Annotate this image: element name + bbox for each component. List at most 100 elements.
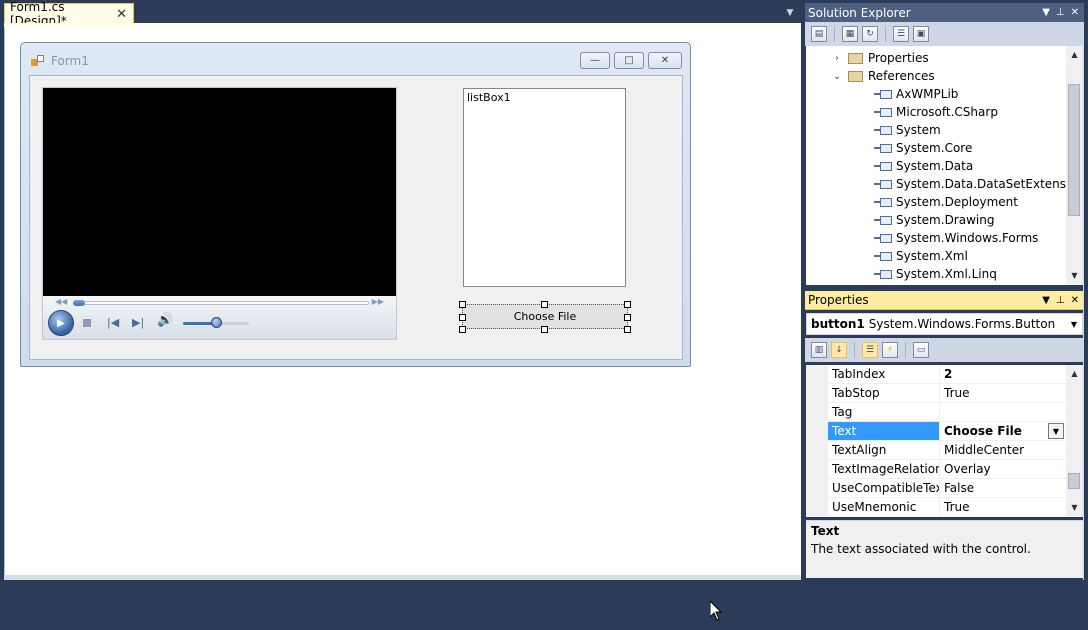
panel-dropdown-icon[interactable]: ▼	[1042, 7, 1050, 18]
property-gutter	[806, 460, 828, 479]
events-lightning-icon[interactable]: ⚡	[882, 342, 898, 358]
property-value[interactable]: True	[939, 384, 1066, 403]
properties-view-icon[interactable]: ☰	[862, 342, 878, 358]
property-row-text[interactable]: Text Choose File ▼	[806, 422, 1066, 441]
scroll-up-icon[interactable]: ▲	[1066, 367, 1083, 381]
close-icon[interactable]: ✕	[1071, 7, 1079, 18]
property-row-textalign[interactable]: TextAlign MiddleCenter	[806, 441, 1066, 460]
resize-handle-sw[interactable]	[459, 326, 466, 333]
property-value[interactable]: True	[939, 498, 1066, 517]
tree-item-properties[interactable]: › Properties	[830, 49, 929, 67]
tree-item-label: System.Data.DataSetExtensions	[896, 177, 1084, 191]
property-value[interactable]: Overlay	[939, 460, 1066, 479]
tree-item-label: System.Deployment	[896, 195, 1018, 209]
object-selector[interactable]: button1 System.Windows.Forms.Button ▼	[806, 313, 1083, 335]
tree-item-reference[interactable]: System.Xml.Linq	[874, 265, 997, 283]
tree-item-reference[interactable]: System	[874, 121, 941, 139]
property-value[interactable]: MiddleCenter	[939, 441, 1066, 460]
volume-thumb[interactable]	[211, 317, 222, 328]
solution-explorer-tree[interactable]: › Properties ⌄ References AxWMPLib Micro…	[806, 46, 1084, 285]
property-value-text[interactable]: Choose File ▼	[939, 422, 1066, 441]
view-code-icon[interactable]: ☰	[893, 26, 909, 42]
property-value[interactable]	[939, 403, 1066, 422]
properties-icon[interactable]: ▦	[842, 26, 858, 42]
tree-item-reference[interactable]: System.Xml	[874, 247, 968, 265]
categorized-icon[interactable]: ▥	[811, 342, 827, 358]
alphabetical-icon[interactable]: ↓	[831, 342, 847, 358]
solution-explorer-header[interactable]: Solution Explorer ▼ ⊥ ✕	[805, 3, 1084, 22]
close-icon[interactable]: ✕	[116, 7, 127, 22]
solution-explorer-scrollbar[interactable]: ▲ ▼	[1066, 46, 1083, 285]
scrollbar-thumb[interactable]	[1068, 84, 1080, 216]
tree-item-reference[interactable]: System.Drawing	[874, 211, 994, 229]
volume-icon[interactable]: 🔊	[157, 314, 173, 327]
stop-icon[interactable]	[83, 319, 91, 327]
resize-handle-se[interactable]	[624, 326, 631, 333]
resize-handle-e[interactable]	[624, 314, 631, 321]
resize-handle-nw[interactable]	[459, 301, 466, 308]
property-row-tag[interactable]: Tag	[806, 403, 1066, 422]
property-name: TabIndex	[828, 365, 939, 384]
close-button[interactable]: ✕	[648, 52, 682, 69]
close-icon[interactable]: ✕	[1071, 295, 1079, 306]
tree-item-references[interactable]: ⌄ References	[830, 67, 935, 85]
scroll-down-icon[interactable]: ▼	[1066, 501, 1083, 515]
maximize-button[interactable]: □	[614, 52, 644, 69]
scroll-up-icon[interactable]: ▲	[1066, 48, 1083, 62]
media-player-control[interactable]: ◀◀ ▶▶ ▶ |◀ ▶| 🔊	[42, 87, 397, 340]
form1-window[interactable]: Form1 — □ ✕ ◀◀ ▶▶ ▶ |◀ ▶| 🔊 listBox1 Cho…	[20, 42, 691, 367]
scrollbar-thumb[interactable]	[1068, 473, 1080, 489]
play-button[interactable]: ▶	[48, 310, 74, 336]
property-grid-scrollbar[interactable]: ▲ ▼	[1066, 365, 1083, 517]
chevron-down-icon[interactable]: ⌄	[830, 71, 844, 82]
resize-handle-n[interactable]	[541, 301, 548, 308]
tree-item-reference[interactable]: System.Data	[874, 157, 973, 175]
property-pages-icon[interactable]: ▭	[913, 342, 929, 358]
scroll-down-icon[interactable]: ▼	[1066, 269, 1083, 283]
property-row-tabindex[interactable]: TabIndex 2	[806, 365, 1066, 384]
listbox[interactable]: listBox1	[463, 88, 626, 287]
minimize-button[interactable]: —	[580, 52, 610, 69]
property-value[interactable]: 2	[939, 365, 1066, 384]
chevron-down-icon[interactable]: ▼	[1048, 423, 1064, 439]
property-value[interactable]: False	[939, 479, 1066, 498]
fast-forward-icon[interactable]: ▶▶	[372, 297, 384, 306]
tree-item-reference[interactable]: System.Deployment	[874, 193, 1018, 211]
show-all-files-icon[interactable]: ▤	[811, 26, 827, 42]
properties-header[interactable]: Properties ▼ ⊥ ✕	[805, 291, 1084, 310]
document-tab-form1-design[interactable]: Form1.cs [Design]* ✕	[4, 0, 134, 28]
property-row-textimagerelation[interactable]: TextImageRelation Overlay	[806, 460, 1066, 479]
previous-icon[interactable]: |◀	[107, 317, 119, 329]
view-designer-icon[interactable]: ▣	[913, 26, 929, 42]
chevron-right-icon[interactable]: ›	[830, 53, 844, 64]
panel-dropdown-icon[interactable]: ▼	[1042, 295, 1050, 306]
property-row-usecompatibletextrendering[interactable]: UseCompatibleTextRendering False	[806, 479, 1066, 498]
property-gutter	[806, 403, 828, 422]
property-row-usemnemonic[interactable]: UseMnemonic True	[806, 498, 1066, 517]
tree-item-reference[interactable]: System.Core	[874, 139, 972, 157]
resize-handle-w[interactable]	[459, 314, 466, 321]
seek-bar[interactable]	[73, 301, 369, 305]
refresh-icon[interactable]: ↻	[862, 26, 878, 42]
pin-icon[interactable]: ⊥	[1056, 7, 1065, 18]
chevron-down-icon[interactable]: ▼	[784, 8, 796, 18]
resize-handle-s[interactable]	[541, 326, 548, 333]
seek-thumb[interactable]	[73, 300, 85, 306]
rewind-icon[interactable]: ◀◀	[55, 297, 67, 306]
media-video-area[interactable]	[43, 88, 396, 296]
chevron-down-icon[interactable]: ▼	[1071, 320, 1077, 329]
pin-icon[interactable]: ⊥	[1056, 295, 1065, 306]
form-client-area[interactable]: ◀◀ ▶▶ ▶ |◀ ▶| 🔊 listBox1 Choose File	[29, 75, 683, 360]
next-icon[interactable]: ▶|	[132, 317, 144, 329]
tree-item-reference[interactable]: System.Windows.Forms	[874, 229, 1038, 247]
panel-border	[1083, 22, 1084, 580]
property-row-tabstop[interactable]: TabStop True	[806, 384, 1066, 403]
tree-item-label: AxWMPLib	[896, 87, 959, 101]
property-grid[interactable]: TabIndex 2 TabStop True Tag Text Choose …	[806, 365, 1083, 517]
tree-item-reference[interactable]: Microsoft.CSharp	[874, 103, 998, 121]
tree-item-reference[interactable]: AxWMPLib	[874, 85, 958, 103]
tree-item-label: System.Drawing	[896, 213, 995, 227]
resize-handle-ne[interactable]	[624, 301, 631, 308]
tree-item-reference[interactable]: System.Data.DataSetExtensions	[874, 175, 1084, 193]
form-title-bar: Form1	[31, 54, 89, 68]
